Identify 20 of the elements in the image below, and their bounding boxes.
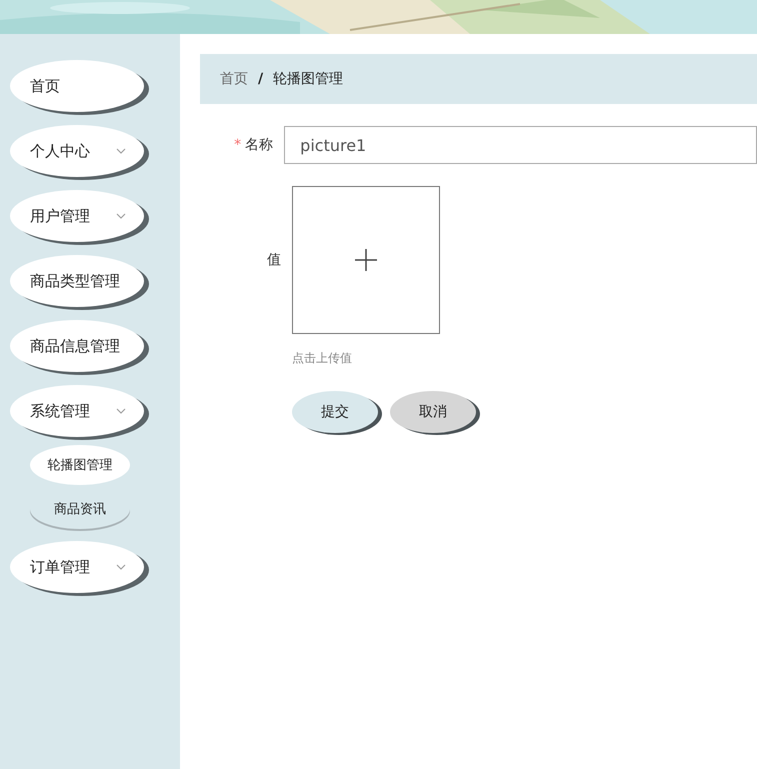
name-input[interactable]: picture1: [284, 126, 757, 164]
field-label: 值: [266, 251, 282, 269]
menu-item[interactable]: 用户管理: [10, 190, 144, 242]
menu-item[interactable]: 商品信息管理: [10, 320, 144, 372]
field-label: * 名称: [233, 136, 274, 154]
menu-item[interactable]: 个人中心: [10, 125, 144, 177]
upload-box[interactable]: [292, 186, 440, 334]
submenu-item[interactable]: 轮播图管理: [30, 445, 130, 485]
submit-button[interactable]: 提交: [292, 391, 378, 433]
cancel-button[interactable]: 取消: [390, 391, 476, 433]
breadcrumb-item[interactable]: 首页: [220, 70, 248, 88]
menu-item[interactable]: 系统管理: [10, 385, 144, 437]
plus-icon: [354, 248, 378, 272]
submenu-item[interactable]: 商品资讯: [30, 489, 130, 529]
menu-item[interactable]: 订单管理: [10, 541, 144, 593]
menu-item[interactable]: 首页: [10, 60, 144, 112]
breadcrumb-item: 轮播图管理: [273, 70, 344, 88]
breadcrumb-separator: /: [258, 71, 264, 87]
menu-item[interactable]: 商品类型管理: [10, 255, 144, 307]
upload-hint: 点击上传值: [292, 350, 353, 367]
